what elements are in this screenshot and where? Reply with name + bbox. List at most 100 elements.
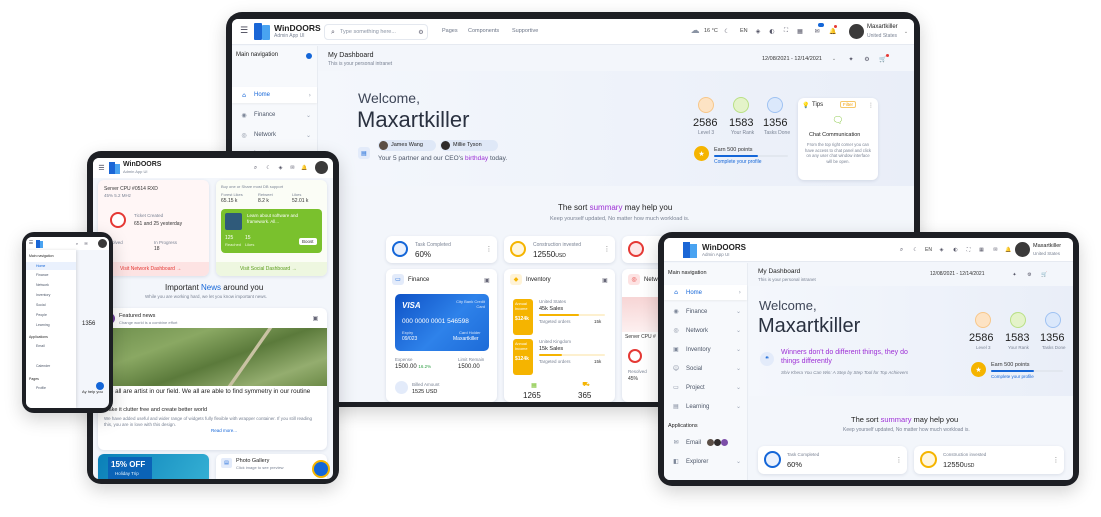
calendar-chevron-icon[interactable]: ⌄ xyxy=(830,55,838,63)
tl-sidebar-item-social[interactable]: ☺ Social ⌄ xyxy=(664,361,747,376)
search-icon[interactable]: ⌕ xyxy=(251,163,260,172)
boost-button[interactable]: Boost xyxy=(299,238,317,245)
date-range[interactable]: 12/08/2021 - 12/14/2021 xyxy=(762,56,822,62)
friend-chip-1[interactable]: James Wang xyxy=(378,140,436,151)
more-icon[interactable]: ⋮ xyxy=(604,244,611,254)
learn-banner[interactable]: Learn about software and framework. All.… xyxy=(221,209,322,253)
bookmark-icon[interactable]: ▣ xyxy=(311,314,320,323)
contrast-icon[interactable]: ◐ xyxy=(951,245,960,254)
more-icon[interactable]: ⋮ xyxy=(868,101,874,109)
moon-icon[interactable]: ☾ xyxy=(264,163,273,172)
sidebar-item-home[interactable]: ⌂ Home › xyxy=(232,87,317,103)
layers-icon[interactable]: ◈ xyxy=(753,26,763,36)
menu-icon[interactable]: ☰ xyxy=(97,163,106,172)
notification-icon[interactable]: 🔔 xyxy=(1004,245,1013,254)
header-link-components[interactable]: Components xyxy=(468,28,499,34)
filter-icon[interactable]: ⚙ xyxy=(416,27,426,37)
points-link[interactable]: Complete your profile xyxy=(714,159,762,165)
welcome-text: Welcome, xyxy=(358,90,420,106)
menu-icon[interactable]: ☰ xyxy=(238,25,250,37)
phone-frame: ☰ ⌕ ✉ Main navigation Home Finance Netwo… xyxy=(22,232,113,413)
phone-nav-calendar[interactable]: Calender xyxy=(36,364,50,368)
read-more-link[interactable]: Read more... xyxy=(211,428,237,433)
search-box[interactable]: ⌕ Type something here... ⚙ xyxy=(324,24,428,40)
avatar[interactable] xyxy=(849,24,864,39)
fullscreen-icon[interactable]: ⛶ xyxy=(964,245,973,254)
social-dashboard-link[interactable]: Visit Social Dashboard → xyxy=(216,262,327,276)
search-icon[interactable]: ⌕ xyxy=(897,245,906,254)
notification-icon[interactable]: 🔔 xyxy=(300,163,309,172)
more-icon[interactable]: ⋮ xyxy=(896,455,903,465)
share-icon[interactable]: ✦ xyxy=(1010,270,1019,279)
phone-fab[interactable] xyxy=(96,382,104,390)
phone-nav-learning[interactable]: Learning xyxy=(36,323,50,327)
moon-icon[interactable]: ☾ xyxy=(911,245,920,254)
quote-icon: ❝ xyxy=(760,352,774,366)
tl-sidebar-item-finance[interactable]: ◉ Finance ⌄ xyxy=(664,304,747,319)
phone-nav-finance[interactable]: Finance xyxy=(36,273,48,277)
settings-icon[interactable]: ⚙ xyxy=(1025,270,1034,279)
points-progress xyxy=(714,155,788,157)
phone-nav-email[interactable]: Email xyxy=(36,344,45,348)
tips-heading: Chat Communication xyxy=(809,132,861,138)
chat-icon[interactable]: ✉ xyxy=(83,240,89,246)
tl-sidebar-item-home[interactable]: ⌂ Home › xyxy=(664,285,747,300)
cart-icon[interactable]: 🛒 xyxy=(1040,270,1049,279)
tl-sidebar-item-project[interactable]: ▭ Project ⌄ xyxy=(664,380,747,395)
avatar[interactable] xyxy=(315,161,328,174)
header-link-pages[interactable]: Pages xyxy=(442,28,458,34)
user-menu-chevron-icon[interactable]: ⌄ xyxy=(902,28,910,36)
header-link-supportive[interactable]: Supportive xyxy=(512,28,538,34)
tl-sidebar-item-learning[interactable]: ▤ Learning ⌄ xyxy=(664,399,747,414)
layers-icon[interactable]: ◈ xyxy=(937,245,946,254)
more-icon[interactable]: ⋮ xyxy=(486,244,493,254)
tl-sidebar-item-network[interactable]: ◎ Network ⌄ xyxy=(664,323,747,338)
income-badge-2: Annual Income $124k xyxy=(513,339,533,375)
offer-card[interactable]: 15% OFF Holiday Trip xyxy=(98,454,209,479)
moon-icon[interactable]: ☾ xyxy=(722,26,732,36)
tl-quote: Winners don't do different things, they … xyxy=(781,349,908,365)
news-image[interactable] xyxy=(98,328,327,386)
card-icon[interactable]: ▣ xyxy=(482,275,492,285)
chat-bubble-icon: 🗨 xyxy=(832,116,844,126)
tips-badge[interactable]: Filter xyxy=(840,101,856,108)
chat-icon[interactable]: ✉ xyxy=(991,245,1000,254)
avatar[interactable] xyxy=(98,239,107,248)
phone-nav-people[interactable]: People xyxy=(36,313,47,317)
phone-nav-home[interactable]: Home xyxy=(26,262,76,270)
chat-icon[interactable]: ✉ xyxy=(812,26,822,36)
apps-icon[interactable]: ▦ xyxy=(977,245,986,254)
inventory-action-icon[interactable]: ▣ xyxy=(600,275,610,285)
tl-app-email[interactable]: ✉ Email xyxy=(664,435,747,450)
sidebar-item-network[interactable]: ◎ Network ⌄ xyxy=(232,127,317,143)
tl-sidebar-item-inventory[interactable]: ▣ Inventory ⌄ xyxy=(664,342,747,357)
phone-nav-profile[interactable]: Profile xyxy=(36,386,46,390)
contrast-icon[interactable]: ◐ xyxy=(767,26,777,36)
chat-icon[interactable]: ✉ xyxy=(288,163,297,172)
menu-icon[interactable]: ☰ xyxy=(28,240,34,246)
layers-icon[interactable]: ◈ xyxy=(276,163,285,172)
explorer-icon: ◧ xyxy=(673,458,679,465)
tl-app-explorer[interactable]: ◧ Explorer ⌄ xyxy=(664,454,747,469)
phone-stat: 1356 xyxy=(82,321,96,327)
phone-nav-network[interactable]: Network xyxy=(36,283,49,287)
fullscreen-icon[interactable]: ⛶ xyxy=(781,26,791,36)
avatar[interactable] xyxy=(1015,242,1030,257)
share-icon[interactable]: ✦ xyxy=(846,54,856,64)
apps-icon[interactable]: ▦ xyxy=(795,26,805,36)
search-input[interactable]: Type something here... xyxy=(340,29,396,35)
avatar xyxy=(714,439,721,446)
sidebar-item-finance[interactable]: ◉ Finance ⌄ xyxy=(232,107,317,123)
network-dashboard-link[interactable]: Visit Network Dashboard → xyxy=(98,262,209,276)
search-icon[interactable]: ⌕ xyxy=(74,240,80,246)
friend-chip-2[interactable]: Millie Tyson xyxy=(440,140,498,151)
phone-nav-inventory[interactable]: Inventory xyxy=(36,293,50,297)
settings-icon[interactable]: ⚙ xyxy=(862,54,872,64)
tl-kpi-task-card: Task Completed 60% ⋮ xyxy=(758,446,907,474)
credit-card[interactable]: VISA City Bank Credit Card 000 0000 0001… xyxy=(395,294,489,351)
floating-action-button[interactable] xyxy=(314,462,328,476)
language-select[interactable]: EN xyxy=(740,28,748,34)
phone-nav-social[interactable]: Social xyxy=(36,303,46,307)
sidebar-title: Main navigation xyxy=(236,52,279,58)
more-icon[interactable]: ⋮ xyxy=(1053,455,1060,465)
